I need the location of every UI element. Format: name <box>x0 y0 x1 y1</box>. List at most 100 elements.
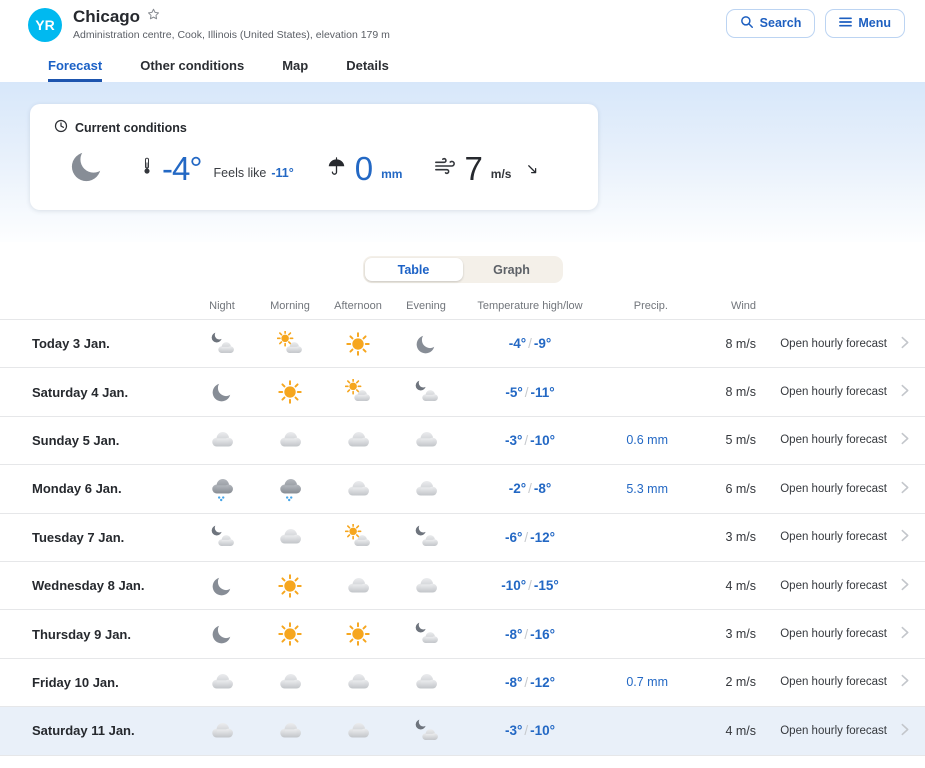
chevron-right-icon <box>896 672 913 692</box>
weather-icon-evening <box>392 476 460 502</box>
forecast-row[interactable]: Monday 6 Jan. -2°/-8° 5.3 mm 6 m/s Open … <box>0 465 925 513</box>
weather-icon-night <box>188 669 256 695</box>
brand-block: YR Chicago Administration centre, Cook, … <box>28 7 390 42</box>
forecast-table-header: Night Morning Afternoon Evening Temperat… <box>0 293 925 320</box>
temp-high: -10° <box>501 578 526 593</box>
feels-like-value: -11° <box>271 166 293 180</box>
forecast-row[interactable]: Sunday 5 Jan. -3°/-10° 0.6 mm 5 m/s Open… <box>0 417 925 465</box>
weather-icon-night <box>188 621 256 647</box>
clearsky-night-icon <box>66 145 108 192</box>
col-afternoon: Afternoon <box>324 300 392 312</box>
current-temperature: -4° Feels like -11° <box>140 152 294 185</box>
search-button[interactable]: Search <box>726 9 816 38</box>
temp-high: -2° <box>509 481 526 496</box>
temperature-high-low: -10°/-15° <box>460 578 600 593</box>
weather-icon-evening <box>392 427 460 453</box>
menu-button[interactable]: Menu <box>825 9 905 38</box>
open-hourly-link[interactable]: Open hourly forecast <box>760 576 913 596</box>
toggle-table[interactable]: Table <box>365 258 463 281</box>
view-toggle: Table Graph <box>363 256 563 283</box>
forecast-table-body: Today 3 Jan. -4°/-9° 8 m/s Open hourly f… <box>0 320 925 756</box>
weather-icon-afternoon <box>324 573 392 599</box>
day-label: Friday 10 Jan. <box>32 675 188 690</box>
open-hourly-link-label: Open hourly forecast <box>780 628 887 640</box>
temperature-high-low: -5°/-11° <box>460 385 600 400</box>
open-hourly-link[interactable]: Open hourly forecast <box>760 430 913 450</box>
open-hourly-link[interactable]: Open hourly forecast <box>760 334 913 354</box>
wind-value: 5 m/s <box>672 433 760 447</box>
forecast-row[interactable]: Today 3 Jan. -4°/-9° 8 m/s Open hourly f… <box>0 320 925 368</box>
weather-icon-evening <box>392 573 460 599</box>
open-hourly-link-label: Open hourly forecast <box>780 531 887 543</box>
temperature-high-low: -3°/-10° <box>460 723 600 738</box>
open-hourly-link[interactable]: Open hourly forecast <box>760 624 913 644</box>
temp-low: -10° <box>530 723 555 738</box>
hamburger-menu-icon <box>839 16 852 31</box>
open-hourly-link-label: Open hourly forecast <box>780 338 887 350</box>
open-hourly-link[interactable]: Open hourly forecast <box>760 672 913 692</box>
open-hourly-link[interactable]: Open hourly forecast <box>760 382 913 402</box>
current-conditions-heading: Current conditions <box>75 121 187 135</box>
tab-details[interactable]: Details <box>346 58 389 82</box>
col-temperature: Temperature high/low <box>460 300 600 312</box>
forecast-row[interactable]: Wednesday 8 Jan. -10°/-15° 4 m/s Open ho… <box>0 562 925 610</box>
col-night: Night <box>188 300 256 312</box>
weather-icon-night <box>188 379 256 405</box>
favorite-star-icon[interactable] <box>146 7 161 27</box>
weather-icon-morning <box>256 621 324 647</box>
weather-icon-evening <box>392 718 460 744</box>
open-hourly-link[interactable]: Open hourly forecast <box>760 527 913 547</box>
open-hourly-link[interactable]: Open hourly forecast <box>760 721 913 741</box>
wind-value: 8 m/s <box>672 385 760 399</box>
weather-icon-night <box>188 476 256 502</box>
temp-high: -6° <box>505 530 522 545</box>
tab-forecast[interactable]: Forecast <box>48 58 102 82</box>
temp-low: -9° <box>534 336 551 351</box>
tab-other-conditions[interactable]: Other conditions <box>140 58 244 82</box>
weather-icon-afternoon <box>324 427 392 453</box>
temp-high: -8° <box>505 627 522 642</box>
wind-value: 2 m/s <box>672 675 760 689</box>
weather-icon-night <box>188 573 256 599</box>
wind-icon <box>434 155 456 182</box>
chevron-right-icon <box>896 334 913 354</box>
tab-map[interactable]: Map <box>282 58 308 82</box>
thermometer-icon <box>140 154 154 183</box>
current-wind: 7 m/s <box>434 152 540 185</box>
chevron-right-icon <box>896 479 913 499</box>
open-hourly-link-label: Open hourly forecast <box>780 676 887 688</box>
day-label: Today 3 Jan. <box>32 336 188 351</box>
open-hourly-link-label: Open hourly forecast <box>780 483 887 495</box>
toggle-graph[interactable]: Graph <box>463 258 561 281</box>
weather-icon-evening <box>392 379 460 405</box>
weather-icon-morning <box>256 524 324 550</box>
forecast-row[interactable]: Tuesday 7 Jan. -6°/-12° 3 m/s Open hourl… <box>0 514 925 562</box>
open-hourly-link-label: Open hourly forecast <box>780 386 887 398</box>
open-hourly-link[interactable]: Open hourly forecast <box>760 479 913 499</box>
day-label: Thursday 9 Jan. <box>32 627 188 642</box>
forecast-row[interactable]: Saturday 11 Jan. -3°/-10° 4 m/s Open hou… <box>0 707 925 755</box>
temperature-high-low: -2°/-8° <box>460 481 600 496</box>
weather-icon-morning <box>256 427 324 453</box>
clock-icon <box>54 119 68 136</box>
chevron-right-icon <box>896 382 913 402</box>
feels-like-label: Feels like <box>214 166 267 180</box>
weather-icon-evening <box>392 524 460 550</box>
forecast-row[interactable]: Saturday 4 Jan. -5°/-11° 8 m/s Open hour… <box>0 368 925 416</box>
current-precipitation-unit: mm <box>381 167 402 181</box>
wind-value: 3 m/s <box>672 627 760 641</box>
forecast-row[interactable]: Thursday 9 Jan. -8°/-16° 3 m/s Open hour… <box>0 610 925 658</box>
temp-high: -3° <box>505 723 522 738</box>
col-wind: Wind <box>672 300 760 312</box>
current-conditions-card: Current conditions -4° Feels like -11° <box>30 104 598 210</box>
day-label: Saturday 4 Jan. <box>32 385 188 400</box>
wind-value: 6 m/s <box>672 482 760 496</box>
forecast-row[interactable]: Friday 10 Jan. -8°/-12° 0.7 mm 2 m/s Ope… <box>0 659 925 707</box>
temperature-high-low: -8°/-12° <box>460 675 600 690</box>
page-title: Chicago <box>73 8 140 27</box>
section-tabs: Forecast Other conditions Map Details <box>0 50 925 82</box>
day-label: Monday 6 Jan. <box>32 481 188 496</box>
temperature-high-low: -4°/-9° <box>460 336 600 351</box>
yr-logo[interactable]: YR <box>28 8 62 42</box>
wind-value: 3 m/s <box>672 530 760 544</box>
